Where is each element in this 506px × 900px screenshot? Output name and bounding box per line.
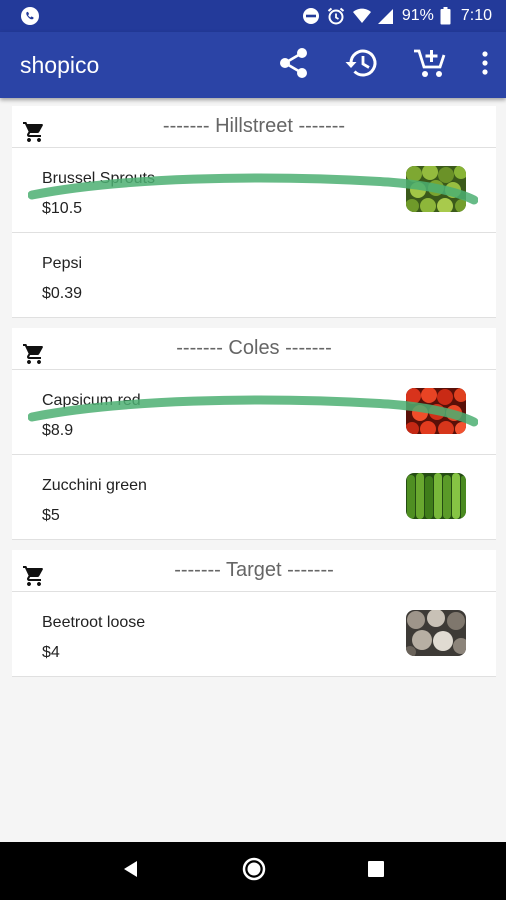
- store-group-target: ------- Target ------- Beetroot loose $4: [12, 550, 496, 677]
- item-name: Zucchini green: [42, 477, 147, 494]
- store-name: ------- Coles -------: [176, 337, 332, 359]
- item-price: $4: [42, 644, 60, 661]
- alarm-icon: [326, 6, 346, 26]
- item-price: $5: [42, 507, 60, 524]
- item-name: Brussel Sprouts: [42, 170, 155, 187]
- store-group-coles: ------- Coles ------- Capsicum red $8.9 …: [12, 328, 496, 540]
- item-name: Capsicum red: [42, 392, 141, 409]
- store-header[interactable]: ------- Coles -------: [12, 328, 496, 370]
- list-item[interactable]: Pepsi $0.39: [12, 233, 496, 318]
- beetroot-thumbnail: [406, 610, 466, 656]
- item-price: $10.5: [42, 200, 83, 217]
- battery-percent: 91%: [401, 7, 434, 24]
- app-bar: shopico: [0, 32, 506, 98]
- history-icon: [344, 45, 380, 86]
- share-icon: [277, 46, 311, 85]
- list-item[interactable]: Brussel Sprouts $10.5: [12, 148, 496, 233]
- clock: 7:10: [460, 7, 492, 24]
- more-vert-icon: [481, 50, 489, 81]
- recents-icon: [368, 860, 385, 877]
- item-name: Beetroot loose: [42, 614, 146, 631]
- add-to-cart-button[interactable]: [396, 32, 464, 98]
- phone-call-icon: [20, 6, 40, 26]
- zucchini-thumbnail: [406, 473, 466, 519]
- recents-button[interactable]: [367, 860, 385, 883]
- item-name: Pepsi: [42, 255, 83, 272]
- app-title: shopico: [20, 51, 100, 78]
- item-price: $8.9: [42, 422, 74, 439]
- share-button[interactable]: [260, 32, 328, 98]
- add-shopping-cart-icon: [412, 45, 448, 86]
- brussel-sprouts-thumbnail: [406, 166, 466, 212]
- list-item[interactable]: Beetroot loose $4: [12, 592, 496, 677]
- home-button[interactable]: [242, 857, 266, 886]
- store-name: ------- Hillstreet -------: [162, 115, 346, 137]
- status-bar: 91% 7:10: [0, 0, 506, 32]
- signal-icon: [377, 7, 394, 25]
- battery-icon: [440, 7, 451, 25]
- store-name: ------- Target -------: [174, 559, 334, 581]
- shopping-list: ------- Hillstreet ------- Brussel Sprou…: [12, 106, 496, 677]
- shopping-cart-icon: [22, 564, 46, 593]
- home-icon: [242, 857, 266, 880]
- store-header[interactable]: ------- Target -------: [12, 550, 496, 592]
- store-header[interactable]: ------- Hillstreet -------: [12, 106, 496, 148]
- overflow-menu-button[interactable]: [464, 32, 506, 98]
- item-price: $0.39: [42, 285, 83, 302]
- do-not-disturb-icon: [302, 7, 320, 25]
- list-item[interactable]: Zucchini green $5: [12, 455, 496, 540]
- store-group-hillstreet: ------- Hillstreet ------- Brussel Sprou…: [12, 106, 496, 318]
- red-capsicum-thumbnail: [406, 388, 466, 434]
- wifi-icon: [352, 7, 372, 25]
- navigation-bar: [0, 842, 506, 900]
- list-item[interactable]: Capsicum red $8.9: [12, 370, 496, 455]
- shopping-cart-icon: [22, 120, 46, 149]
- shopping-cart-icon: [22, 342, 46, 371]
- back-icon: [123, 860, 137, 877]
- history-button[interactable]: [328, 32, 396, 98]
- back-button[interactable]: [121, 859, 141, 884]
